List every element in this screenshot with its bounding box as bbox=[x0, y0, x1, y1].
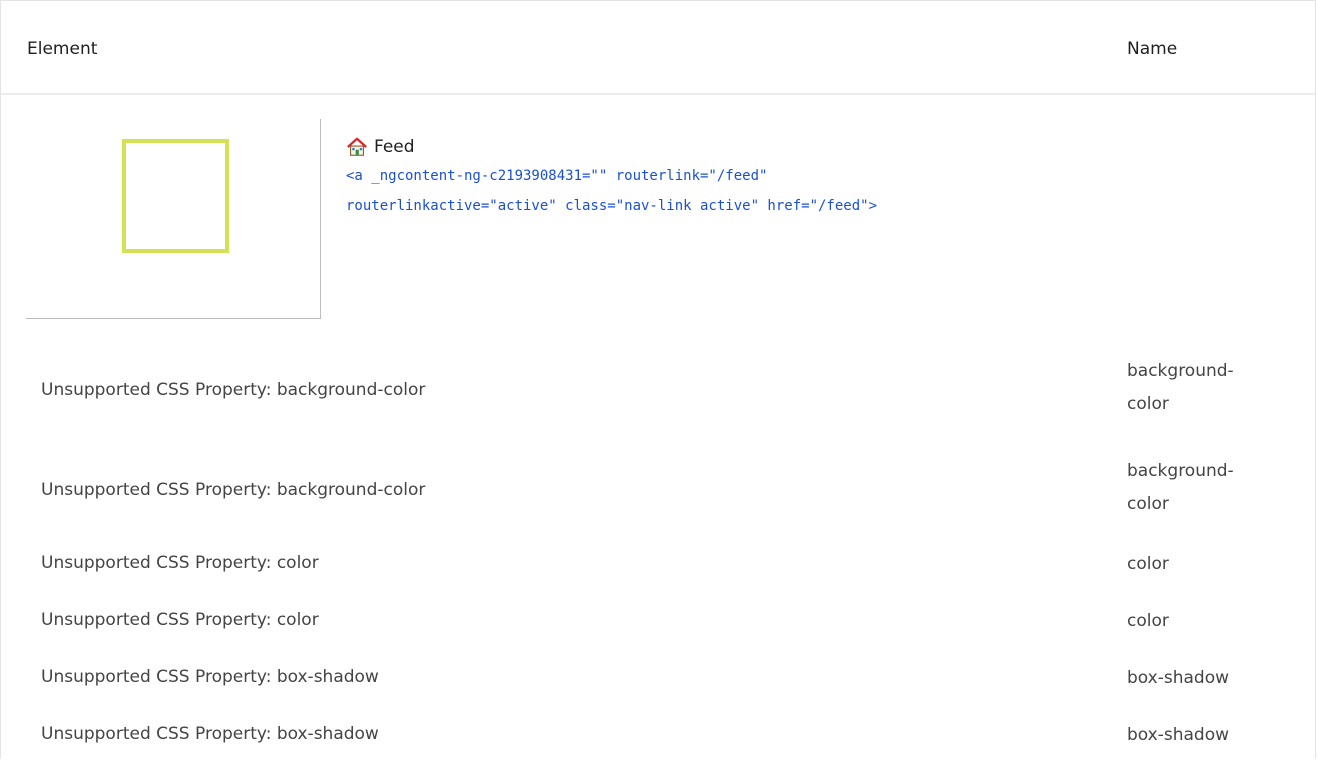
row-name: box-shadow bbox=[1127, 725, 1230, 745]
element-preview bbox=[26, 119, 321, 319]
element-preview-box bbox=[122, 139, 229, 253]
row-name: box-shadow bbox=[1127, 668, 1230, 688]
row-name: color bbox=[1127, 611, 1169, 631]
row-message: Unsupported CSS Property: color bbox=[41, 610, 319, 630]
element-title: Feed bbox=[346, 135, 415, 159]
column-header-element: Element bbox=[27, 39, 98, 59]
row-message: Unsupported CSS Property: background-col… bbox=[41, 380, 426, 400]
row-name: color bbox=[1127, 554, 1169, 574]
row-name: background- color bbox=[1127, 361, 1234, 414]
row-message: Unsupported CSS Property: color bbox=[41, 553, 319, 573]
row-message: Unsupported CSS Property: background-col… bbox=[41, 480, 426, 500]
column-header-name: Name bbox=[1127, 39, 1178, 59]
row-name: background- color bbox=[1127, 461, 1234, 514]
element-html-snippet: <a _ngcontent-ng-c2193908431="" routerli… bbox=[346, 168, 878, 214]
house-icon bbox=[347, 137, 367, 156]
element-table: Element Name Feed <a _ngcontent-ng-c2193… bbox=[0, 0, 1316, 759]
row-message: Unsupported CSS Property: box-shadow bbox=[41, 724, 379, 744]
table-header: Element Name bbox=[1, 1, 1315, 95]
element-title-text: Feed bbox=[374, 137, 415, 157]
row-message: Unsupported CSS Property: box-shadow bbox=[41, 667, 379, 687]
